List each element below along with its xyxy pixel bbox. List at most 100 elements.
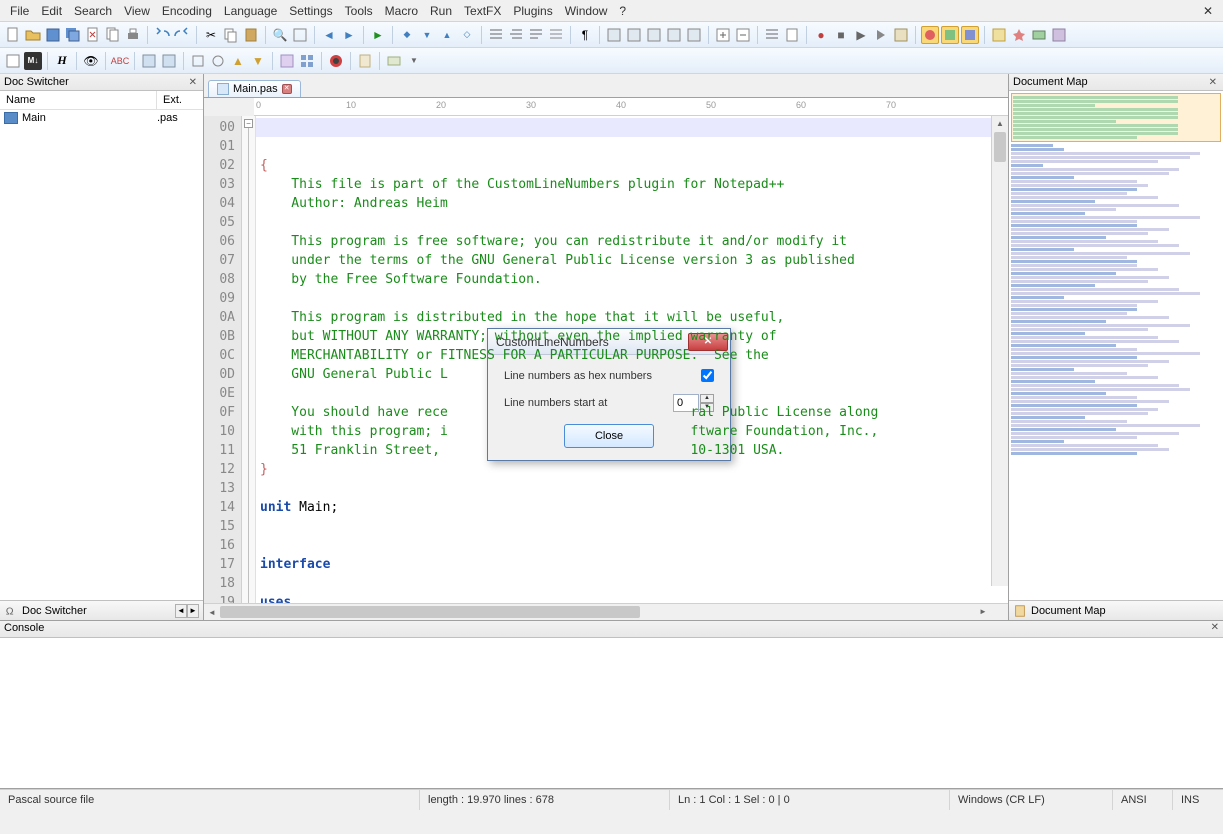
plugin-c-icon[interactable]	[961, 26, 979, 44]
unfold-icon[interactable]	[734, 26, 752, 44]
col-name[interactable]: Name	[0, 91, 157, 109]
bookmark-prev-icon[interactable]: ▲	[438, 26, 456, 44]
menu-view[interactable]: View	[118, 2, 156, 20]
tb2-down-icon[interactable]: ▼	[249, 52, 267, 70]
menu-file[interactable]: File	[4, 2, 35, 20]
menu-encoding[interactable]: Encoding	[156, 2, 218, 20]
tb2-icon-1[interactable]	[4, 52, 22, 70]
tb2-h-icon[interactable]: H	[53, 52, 71, 70]
close-all-icon[interactable]	[104, 26, 122, 44]
menu-language[interactable]: Language	[218, 2, 283, 20]
code-editor[interactable]: 000102 030405 060708 090A0B 0C0D0E 0F101…	[204, 116, 1008, 603]
tab-main-pas[interactable]: Main.pas ✕	[208, 80, 301, 97]
window-close-icon[interactable]: ✕	[1197, 2, 1219, 20]
tb-icon-d[interactable]	[665, 26, 683, 44]
save-all-icon[interactable]	[64, 26, 82, 44]
fold-icon[interactable]	[714, 26, 732, 44]
tb-icon-e[interactable]	[685, 26, 703, 44]
scroll-right-icon[interactable]: ►	[975, 604, 991, 620]
bookmark-clear-icon[interactable]: ◇	[458, 26, 476, 44]
doc-switcher-item[interactable]: Main .pas	[0, 110, 203, 126]
open-file-icon[interactable]	[24, 26, 42, 44]
find-icon[interactable]: 🔍	[271, 26, 289, 44]
status-eol[interactable]: Windows (CR LF)	[950, 790, 1113, 810]
docmap-close-icon[interactable]: ✕	[1207, 77, 1219, 88]
nav-back-icon[interactable]: ◄	[320, 26, 338, 44]
plugin-e-icon[interactable]	[1010, 26, 1028, 44]
indent-guide-icon[interactable]: ¶	[576, 26, 594, 44]
outdent-icon[interactable]	[507, 26, 525, 44]
plugin-a-icon[interactable]	[921, 26, 939, 44]
doc-map-icon[interactable]	[783, 26, 801, 44]
replace-icon[interactable]	[291, 26, 309, 44]
scroll-up-icon[interactable]: ▲	[992, 116, 1008, 132]
scroll-left-icon[interactable]: ◄	[204, 605, 220, 621]
play-macro-icon[interactable]: ▶	[852, 26, 870, 44]
fold-toggle-icon[interactable]: −	[244, 119, 253, 128]
bookmark-toggle-icon[interactable]: ◆	[398, 26, 416, 44]
tb2-grid-icon[interactable]	[298, 52, 316, 70]
tb-icon-c[interactable]	[645, 26, 663, 44]
menu-run[interactable]: Run	[424, 2, 458, 20]
stop-macro-icon[interactable]: ■	[832, 26, 850, 44]
plugin-d-icon[interactable]	[990, 26, 1008, 44]
tb2-icon-11[interactable]	[385, 52, 403, 70]
bookmark-next-icon[interactable]: ▼	[418, 26, 436, 44]
plugin-g-icon[interactable]	[1050, 26, 1068, 44]
menu-plugins[interactable]: Plugins	[507, 2, 558, 20]
docmap-footer-label[interactable]: Document Map	[1031, 605, 1106, 617]
redo-icon[interactable]	[173, 26, 191, 44]
paste-icon[interactable]	[242, 26, 260, 44]
new-file-icon[interactable]	[4, 26, 22, 44]
plugin-b-icon[interactable]	[941, 26, 959, 44]
menu-search[interactable]: Search	[68, 2, 118, 20]
tb2-icon-10[interactable]	[356, 52, 374, 70]
wrap-icon[interactable]	[527, 26, 545, 44]
func-list-icon[interactable]	[763, 26, 781, 44]
show-all-icon[interactable]	[547, 26, 565, 44]
tb2-up-icon[interactable]: ▲	[229, 52, 247, 70]
cut-icon[interactable]: ✂	[202, 26, 220, 44]
tb2-icon-9[interactable]	[278, 52, 296, 70]
doc-switcher-footer-label[interactable]: Doc Switcher	[22, 605, 87, 617]
tb-icon-b[interactable]	[625, 26, 643, 44]
close-file-icon[interactable]	[84, 26, 102, 44]
col-ext[interactable]: Ext.	[157, 91, 203, 109]
save-macro-icon[interactable]	[892, 26, 910, 44]
tb2-icon-7[interactable]	[189, 52, 207, 70]
horizontal-scrollbar[interactable]: ◄ ►	[204, 603, 1008, 620]
menu-settings[interactable]: Settings	[283, 2, 338, 20]
plugin-f-icon[interactable]	[1030, 26, 1048, 44]
menu-help[interactable]: ?	[613, 2, 632, 20]
tb2-globe-icon[interactable]	[327, 52, 345, 70]
tb2-eye-icon[interactable]: 👁	[82, 52, 100, 70]
hscroll-thumb[interactable]	[220, 606, 640, 618]
code-body[interactable]: { This file is part of the CustomLineNum…	[256, 116, 1008, 603]
doc-switcher-close-icon[interactable]: ✕	[187, 77, 199, 88]
copy-icon[interactable]	[222, 26, 240, 44]
tb2-icon-8[interactable]	[209, 52, 227, 70]
tb-icon-a[interactable]	[605, 26, 623, 44]
rec-macro-icon[interactable]: ●	[812, 26, 830, 44]
menu-macro[interactable]: Macro	[379, 2, 424, 20]
status-ins[interactable]: INS	[1173, 790, 1223, 810]
menu-textfx[interactable]: TextFX	[458, 2, 507, 20]
zoom-in-icon[interactable]: ►	[369, 26, 387, 44]
nav-fwd-icon[interactable]: ►	[340, 26, 358, 44]
tb2-spell-icon[interactable]: ABC	[111, 52, 129, 70]
run-macro-icon[interactable]	[872, 26, 890, 44]
console-body[interactable]	[0, 638, 1223, 789]
footer-prev-icon[interactable]: ◄	[175, 604, 187, 618]
menu-window[interactable]: Window	[559, 2, 614, 20]
tb2-dropdown-icon[interactable]: ▼	[405, 52, 423, 70]
print-icon[interactable]	[124, 26, 142, 44]
footer-next-icon[interactable]: ►	[187, 604, 199, 618]
undo-icon[interactable]	[153, 26, 171, 44]
console-close-icon[interactable]: ✕	[1211, 622, 1219, 636]
status-encoding[interactable]: ANSI	[1113, 790, 1173, 810]
menu-tools[interactable]: Tools	[339, 2, 379, 20]
save-icon[interactable]	[44, 26, 62, 44]
tb2-icon-5[interactable]	[140, 52, 158, 70]
indent-icon[interactable]	[487, 26, 505, 44]
docmap-viewport[interactable]	[1009, 91, 1223, 600]
